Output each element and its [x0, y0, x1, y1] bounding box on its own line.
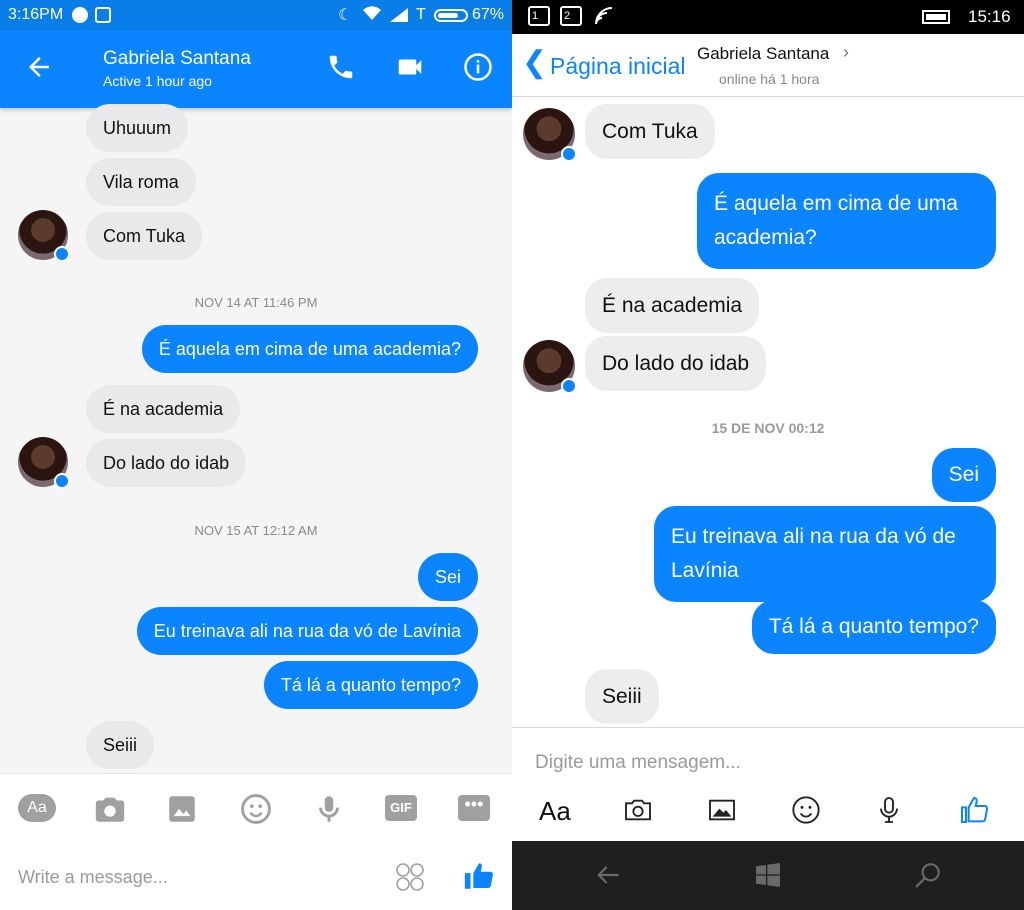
composer-toolbar: Aa GIF ••• [0, 773, 512, 843]
chevron-right-icon[interactable]: › [843, 42, 849, 63]
compose-area: Digite uma mensagem... Aa [512, 727, 1024, 841]
more-button[interactable]: ••• [458, 795, 490, 821]
microphone-icon[interactable] [311, 792, 347, 826]
conversation-header: Gabriela Santana Active 1 hour ago [0, 30, 512, 108]
gallery-icon[interactable] [164, 792, 200, 826]
phone-icon[interactable] [326, 52, 356, 82]
message-input[interactable]: Write a message... [18, 867, 168, 888]
messenger-badge-icon [561, 146, 577, 162]
back-arrow-icon[interactable] [592, 859, 624, 891]
contact-avatar[interactable] [18, 210, 70, 262]
received-message: Com Tuka [86, 212, 203, 260]
received-message: É na academia [585, 278, 760, 333]
received-message: Do lado do idab [86, 439, 247, 487]
emoji-icon[interactable] [238, 792, 274, 826]
sent-message: Sei [931, 448, 996, 502]
sent-message: Sei [417, 553, 478, 601]
thumbs-up-icon[interactable] [956, 794, 992, 826]
battery-icon [922, 10, 950, 24]
timestamp: 15 DE NOV 00:12 [711, 420, 825, 436]
received-message: Uhuuum [86, 104, 189, 152]
messenger-badge-icon [54, 473, 70, 489]
online-status: online há 1 hora [719, 71, 820, 87]
sent-message: É aquela em cima de uma academia? [697, 173, 996, 269]
battery-icon [434, 9, 468, 22]
emoji-icon[interactable] [788, 794, 824, 826]
gif-button[interactable]: GIF [385, 795, 417, 821]
messenger-badge-icon [561, 378, 577, 394]
text-style-button[interactable]: Aa [539, 796, 571, 827]
sent-message: Eu treinava ali na rua da vó de Lavínia [136, 607, 478, 655]
wifi-icon [363, 6, 381, 21]
status-time: 3:16PM [8, 6, 64, 23]
text-style-button[interactable]: Aa [18, 794, 56, 822]
sim2-icon: 2 [560, 6, 582, 26]
compose-area: Write a message... [0, 843, 512, 910]
gallery-icon[interactable] [704, 794, 740, 826]
video-call-icon[interactable] [394, 52, 426, 82]
windows-status-bar: 1 2 15:16 [512, 0, 1024, 34]
carrier-label: T [416, 6, 426, 23]
received-message: Com Tuka [585, 104, 715, 159]
stickers-icon[interactable] [394, 861, 426, 893]
battery-percent: 67% [472, 6, 505, 23]
windows-start-icon[interactable] [752, 859, 784, 891]
camera-icon[interactable] [92, 792, 128, 826]
search-icon[interactable] [912, 859, 944, 891]
android-status-bar: 3:16PM ☾ T 67% [0, 0, 512, 30]
status-time: 15:16 [968, 7, 1011, 26]
received-message: É na academia [86, 385, 241, 433]
contact-name[interactable]: Gabriela Santana [697, 44, 829, 64]
android-screen: 3:16PM ☾ T 67% Gabriela Santana Active 1… [0, 0, 512, 910]
wifi-icon [595, 7, 613, 25]
microphone-icon[interactable] [871, 794, 907, 826]
messenger-badge-icon [54, 246, 70, 262]
notification-icon [95, 7, 111, 23]
sim1-icon: 1 [528, 6, 550, 26]
active-status: Active 1 hour ago [103, 73, 212, 89]
received-message: Seiii [86, 721, 155, 769]
home-link[interactable]: Página inicial [550, 53, 686, 80]
navigation-bar [512, 841, 1024, 910]
message-input[interactable]: Digite uma mensagem... [535, 752, 741, 774]
contact-avatar[interactable] [18, 437, 70, 489]
camera-icon[interactable] [620, 794, 656, 826]
received-message: Do lado do idab [585, 336, 767, 391]
signal-icon [390, 8, 408, 22]
info-icon[interactable] [463, 52, 493, 82]
sent-message: Tá lá a quanto tempo? [263, 661, 478, 709]
windows-screen: 1 2 15:16 ❮ Página inicial Gabriela Sant… [512, 0, 1024, 910]
contact-avatar[interactable] [523, 340, 577, 394]
contact-avatar[interactable] [523, 108, 577, 162]
sent-message: É aquela em cima de uma academia? [141, 325, 478, 373]
timestamp: NOV 15 AT 12:12 AM [194, 523, 318, 538]
back-chevron-icon[interactable]: ❮ [522, 46, 547, 80]
received-message: Vila roma [86, 158, 196, 206]
conversation-header: ❮ Página inicial Gabriela Santana › onli… [512, 34, 1024, 97]
received-message: Seiii [585, 669, 659, 724]
sent-message: Tá lá a quanto tempo? [751, 600, 996, 654]
whatsapp-icon [72, 7, 88, 23]
timestamp: NOV 14 AT 11:46 PM [194, 295, 318, 310]
sent-message: Eu treinava ali na rua da vó de Lavínia [654, 506, 996, 602]
do-not-disturb-icon: ☾ [338, 7, 353, 24]
thumbs-up-icon[interactable] [462, 859, 496, 893]
back-arrow-icon[interactable] [24, 52, 54, 82]
contact-name[interactable]: Gabriela Santana [103, 48, 251, 70]
